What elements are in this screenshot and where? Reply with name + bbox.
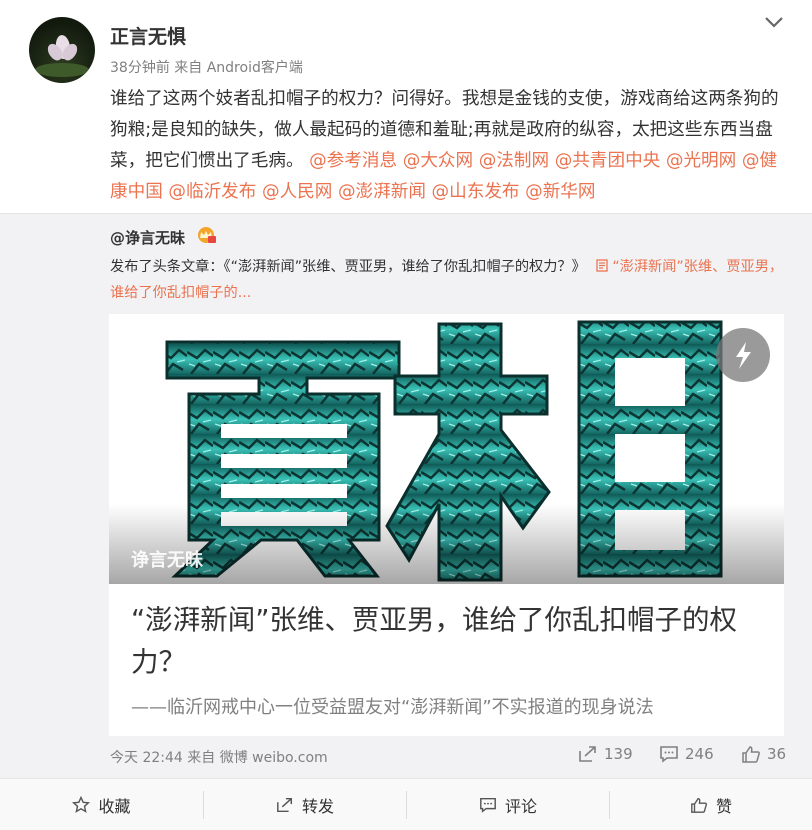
repost-user[interactable]: @诤言无昧: [110, 227, 185, 248]
repost-comment-button[interactable]: 246: [659, 745, 714, 763]
like-count: 36: [767, 745, 787, 763]
mention-link[interactable]: @光明网: [666, 151, 736, 171]
article-title[interactable]: “澎湃新闻”张维、贾亚男，谁给了你乱扣帽子的权力？: [131, 599, 761, 683]
mention-link[interactable]: @法制网: [479, 151, 549, 171]
comment-count: 246: [685, 745, 714, 763]
star-icon: [72, 796, 91, 813]
repost-like-button[interactable]: 36: [741, 745, 786, 763]
article-cover-image[interactable]: 诤言无昧: [109, 314, 784, 584]
favorite-button[interactable]: 收藏: [0, 779, 203, 830]
post-meta: 38分钟前 来自 Android客户端: [110, 60, 303, 76]
comment-icon: [660, 746, 678, 763]
cover-watermark: 诤言无昧: [131, 550, 203, 571]
vip-crown-icon: [198, 227, 216, 243]
comment-icon: [480, 797, 496, 813]
mention-link[interactable]: @新华网: [525, 182, 595, 202]
weibo-post: 正言无惧 38分钟前 来自 Android客户端 谁给了这两个妓者乱扣帽子的权力…: [0, 0, 812, 830]
comment-label: 评论: [504, 797, 537, 816]
repost-body: 发布了头条文章：《“澎湃新闻”张维、贾亚男，谁给了你乱扣帽子的权力？》: [110, 259, 586, 275]
article-card[interactable]: 诤言无昧 “澎湃新闻”张维、贾亚男，谁给了你乱扣帽子的权力？ ——临沂网戒中心一…: [109, 314, 784, 736]
action-bar: 收藏 转发 评论 赞: [0, 778, 812, 830]
mention-link[interactable]: @人民网: [262, 182, 332, 202]
like-label: 赞: [715, 797, 732, 816]
flash-icon[interactable]: [716, 328, 770, 382]
favorite-label: 收藏: [98, 797, 131, 816]
cover-shade: [109, 504, 784, 584]
repost-forward-button[interactable]: 139: [578, 745, 633, 763]
forward-icon: [579, 746, 596, 762]
article-icon: [596, 259, 608, 272]
like-button[interactable]: 赞: [610, 779, 812, 830]
thumbs-up-icon: [691, 798, 708, 813]
mention-link[interactable]: @共青团中央: [555, 151, 661, 171]
mention-link[interactable]: @山东发布: [432, 182, 520, 202]
forward-icon: [277, 797, 293, 813]
mention-link[interactable]: @澎湃新闻: [338, 182, 426, 202]
repost-block[interactable]: @诤言无昧 发布了头条文章：《“澎湃新闻”张维、贾亚男，谁给了你乱扣帽子的权力？…: [0, 213, 812, 778]
mention-link[interactable]: @大众网: [403, 151, 473, 171]
forward-count: 139: [604, 745, 633, 763]
article-subtitle: ——临沂网戒中心一位受益盟友对“澎湃新闻”不实报道的现身说法: [131, 697, 654, 718]
repost-text: 发布了头条文章：《“澎湃新闻”张维、贾亚男，谁给了你乱扣帽子的权力？》 “澎湃新…: [110, 254, 790, 306]
lightning-icon: [736, 342, 751, 369]
chevron-down-icon[interactable]: [762, 12, 786, 32]
forward-label: 转发: [301, 797, 334, 816]
mention-link[interactable]: @临沂发布: [168, 182, 256, 202]
comment-button[interactable]: 评论: [407, 779, 609, 830]
post-text: 谁给了这两个妓者乱扣帽子的权力？问得好。我想是金钱的支使，游戏商给这两条狗的狗粮…: [110, 84, 790, 208]
avatar[interactable]: [29, 17, 95, 83]
author-name[interactable]: 正言无惧: [110, 22, 186, 49]
forward-button[interactable]: 转发: [204, 779, 406, 830]
mention-link[interactable]: @参考消息: [309, 151, 397, 171]
repost-time-source: 今天 22:44 来自 微博 weibo.com: [110, 750, 328, 766]
thumbs-up-icon: [742, 746, 760, 763]
